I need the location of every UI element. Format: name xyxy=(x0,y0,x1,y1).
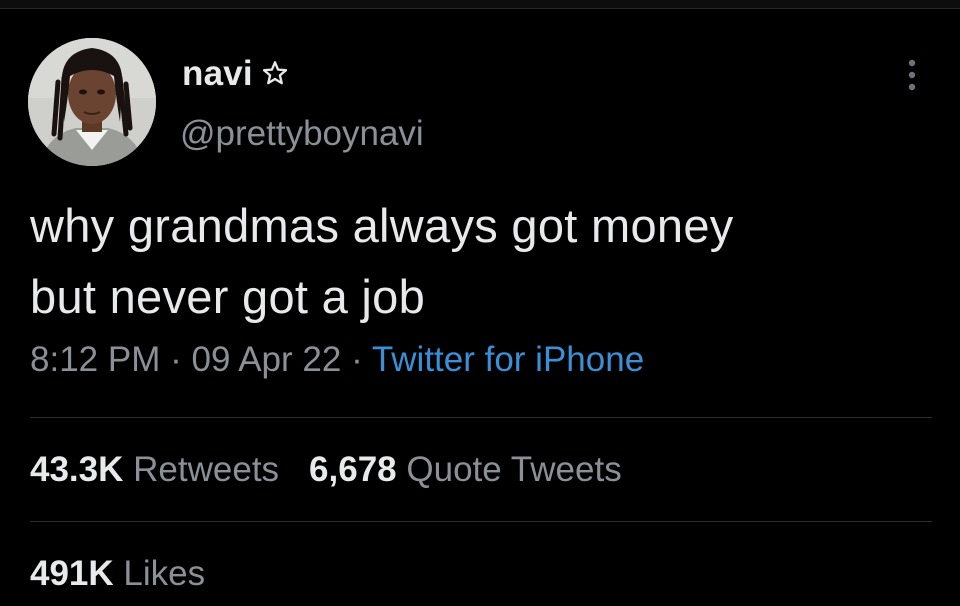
likes-count: 491K xyxy=(30,554,114,593)
avatar-image xyxy=(28,38,156,166)
retweets-stat[interactable]: 43.3K Retweets xyxy=(30,450,279,489)
star-outline-icon xyxy=(261,56,289,96)
likes-label: Likes xyxy=(123,554,206,593)
tweet-date[interactable]: 09 Apr 22 xyxy=(191,340,341,379)
retweets-count: 43.3K xyxy=(30,450,124,489)
divider xyxy=(30,417,932,418)
likes-stat[interactable]: 491K Likes xyxy=(30,554,205,593)
tweet-text: why grandmas always got money but never … xyxy=(30,190,930,332)
tweet-text-line: but never got a job xyxy=(30,270,426,323)
tweet-time[interactable]: 8:12 PM xyxy=(30,340,160,379)
author-handle[interactable]: @prettyboynavi xyxy=(180,114,424,154)
author-display-name[interactable]: navi xyxy=(182,54,289,96)
display-name-text: navi xyxy=(182,54,253,93)
more-options-icon[interactable] xyxy=(898,58,926,92)
engagement-stats-row: 43.3K Retweets 6,678 Quote Tweets xyxy=(30,450,622,490)
tweet-source-link[interactable]: Twitter for iPhone xyxy=(372,340,644,379)
tweet-text-line: why grandmas always got money xyxy=(30,199,734,252)
quote-tweets-count: 6,678 xyxy=(309,450,397,489)
retweets-label: Retweets xyxy=(133,450,280,489)
tweet-meta: 8:12 PM · 09 Apr 22 · Twitter for iPhone xyxy=(30,340,644,380)
meta-separator: · xyxy=(351,340,363,379)
quote-tweets-stat[interactable]: 6,678 Quote Tweets xyxy=(309,450,622,489)
quote-tweets-label: Quote Tweets xyxy=(406,450,622,489)
likes-stat-row: 491K Likes xyxy=(30,554,205,594)
meta-separator: · xyxy=(170,340,182,379)
avatar[interactable] xyxy=(28,38,156,166)
divider xyxy=(30,521,932,522)
top-edge xyxy=(0,0,960,9)
